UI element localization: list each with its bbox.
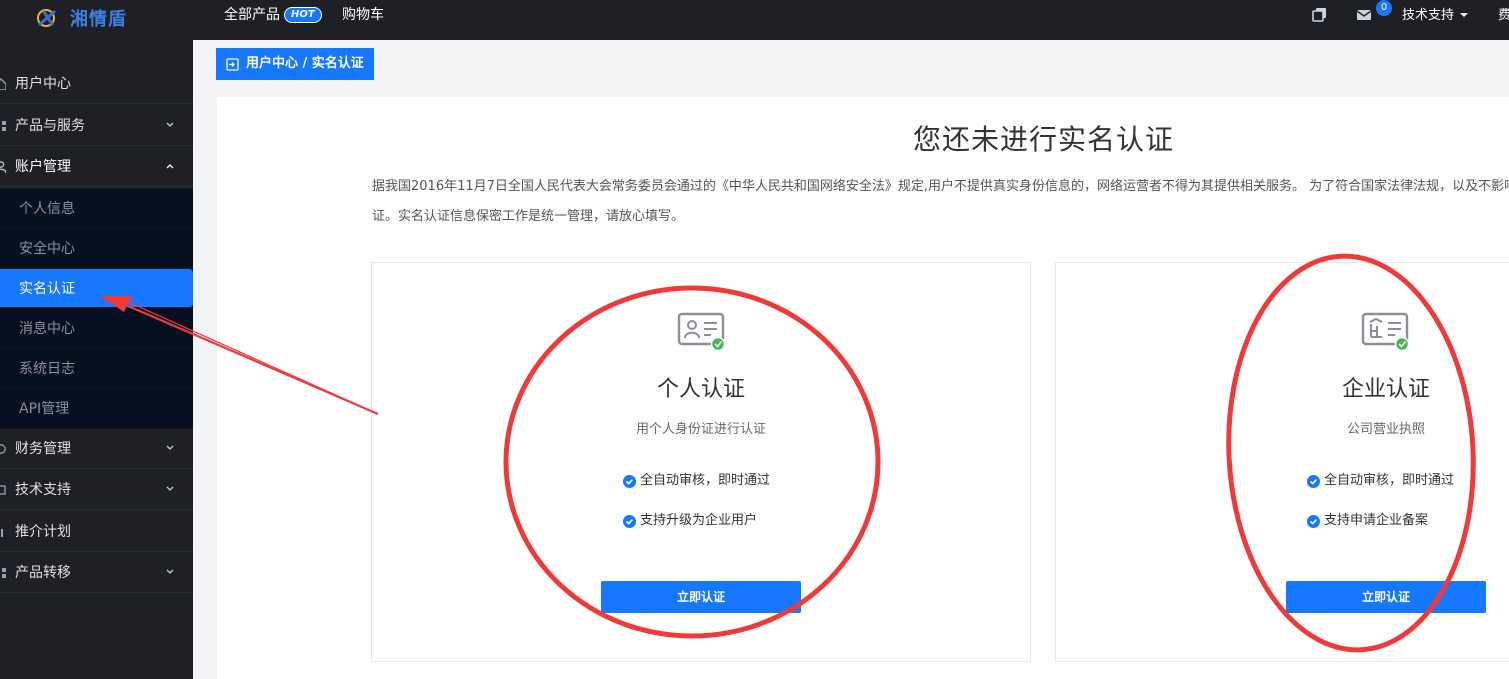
nav-all-products-label: 全部产品 <box>224 7 280 23</box>
logo[interactable]: 湘情盾 <box>36 4 127 32</box>
submenu-item-label: API管理 <box>19 401 70 417</box>
submenu-item-label: 实名认证 <box>19 281 75 297</box>
wallet-icon <box>0 444 6 454</box>
logo-icon <box>37 9 56 27</box>
submenu-item-messages[interactable]: 消息中心 <box>0 309 193 349</box>
breadcrumb-text: 用户中心 / 实名认证 <box>246 56 364 71</box>
submenu-item-profile[interactable]: 个人信息 <box>0 189 193 229</box>
sidebar-item-transfer[interactable]: 产品转移 <box>0 553 193 593</box>
sidebar-item-label: 推介计划 <box>15 524 71 540</box>
id-card-icon <box>677 312 726 351</box>
nav-all-products[interactable]: 全部产品 HOT <box>224 0 322 32</box>
card-subtitle: 公司营业执照 <box>1346 422 1425 437</box>
chevron-down-icon <box>166 445 174 450</box>
copy-icon[interactable] <box>1312 7 1328 23</box>
home-icon <box>0 78 6 90</box>
check-circle-icon <box>1307 515 1320 528</box>
feature-text: 全自动审核，即时通过 <box>1324 473 1455 488</box>
chevron-down-icon <box>166 486 174 491</box>
check-circle-icon <box>1307 475 1320 488</box>
submenu-item-security[interactable]: 安全中心 <box>0 229 193 269</box>
chevron-up-icon <box>166 164 174 169</box>
feature-text: 支持升级为企业用户 <box>640 513 758 528</box>
intro-line-2: 证。实名认证信息保密工作是统一管理，请放心填写。 <box>372 209 685 224</box>
submenu-item-label: 系统日志 <box>19 361 75 377</box>
message-count-badge: 0 <box>1376 0 1392 16</box>
transfer-icon <box>2 568 6 578</box>
sidebar-item-tech-support[interactable]: 技术支持 <box>0 470 193 510</box>
card-title: 企业认证 <box>1342 377 1431 402</box>
check-circle-icon <box>623 475 636 488</box>
fee-link[interactable]: 费 <box>1498 0 1509 32</box>
card-enterprise: 企业认证 公司营业执照 全自动审核，即时通过 支持申请企业备案 立即认证 <box>1055 262 1509 662</box>
feature-text: 全自动审核，即时通过 <box>640 473 771 488</box>
account-submenu: 个人信息 安全中心 实名认证 消息中心 系统日志 API管理 <box>0 189 193 429</box>
nav-cart-label: 购物车 <box>342 7 384 23</box>
logo-text: 湘情盾 <box>70 9 127 30</box>
top-bar: 湘情盾 全部产品 HOT 购物车 0 技术支持 费 <box>0 0 1509 40</box>
sidebar-item-label: 财务管理 <box>15 441 71 457</box>
submenu-item-label: 安全中心 <box>19 241 75 257</box>
nav-cart[interactable]: 购物车 <box>342 0 384 32</box>
card-subtitle: 用个人身份证进行认证 <box>635 422 766 437</box>
support-label: 技术支持 <box>1402 8 1455 23</box>
business-license-icon <box>1361 312 1410 351</box>
intro-text: 据我国2016年11月7日全国人民代表大会常务委员会通过的《中华人民共和国网络安… <box>372 172 1509 232</box>
submenu-item-label: 个人信息 <box>19 201 75 217</box>
card-personal: 个人认证 用个人身份证进行认证 全自动审核，即时通过 支持升级为企业用户 立即认… <box>371 262 1031 662</box>
page-title: 您还未进行实名认证 <box>912 123 1174 156</box>
intro-line-1: 据我国2016年11月7日全国人民代表大会常务委员会通过的《中华人民共和国网络安… <box>372 179 1509 194</box>
sidebar-item-finance[interactable]: 财务管理 <box>0 429 193 469</box>
card-title: 个人认证 <box>656 377 745 402</box>
verify-personal-button[interactable]: 立即认证 <box>601 581 801 613</box>
check-circle-icon <box>623 515 636 528</box>
submenu-item-label: 消息中心 <box>19 321 75 337</box>
sign-in-icon <box>226 58 239 71</box>
mail-icon[interactable] <box>1356 7 1372 23</box>
sidebar-item-label: 技术支持 <box>15 482 71 498</box>
caret-down-icon <box>1460 13 1469 17</box>
verify-enterprise-button[interactable]: 立即认证 <box>1286 581 1486 613</box>
sidebar-item-label: 用户中心 <box>15 76 71 92</box>
hot-badge: HOT <box>284 7 322 23</box>
feature-text: 支持申请企业备案 <box>1324 513 1429 528</box>
submenu-item-logs[interactable]: 系统日志 <box>0 349 193 389</box>
sidebar-item-label: 产品转移 <box>15 565 71 581</box>
sidebar-item-user-center[interactable]: 用户中心 <box>0 64 193 104</box>
chevron-down-icon <box>166 569 174 574</box>
chart-icon <box>1 529 3 537</box>
support-icon <box>0 485 6 495</box>
submenu-item-api[interactable]: API管理 <box>0 389 193 429</box>
fee-link-label: 费 <box>1498 8 1509 23</box>
support-dropdown[interactable]: 技术支持 <box>1402 0 1469 32</box>
user-icon <box>0 161 6 173</box>
submenu-item-real-name[interactable]: 实名认证 <box>0 269 193 308</box>
breadcrumb[interactable]: 用户中心 / 实名认证 <box>216 48 374 80</box>
sidebar-item-referral[interactable]: 推介计划 <box>0 512 193 552</box>
